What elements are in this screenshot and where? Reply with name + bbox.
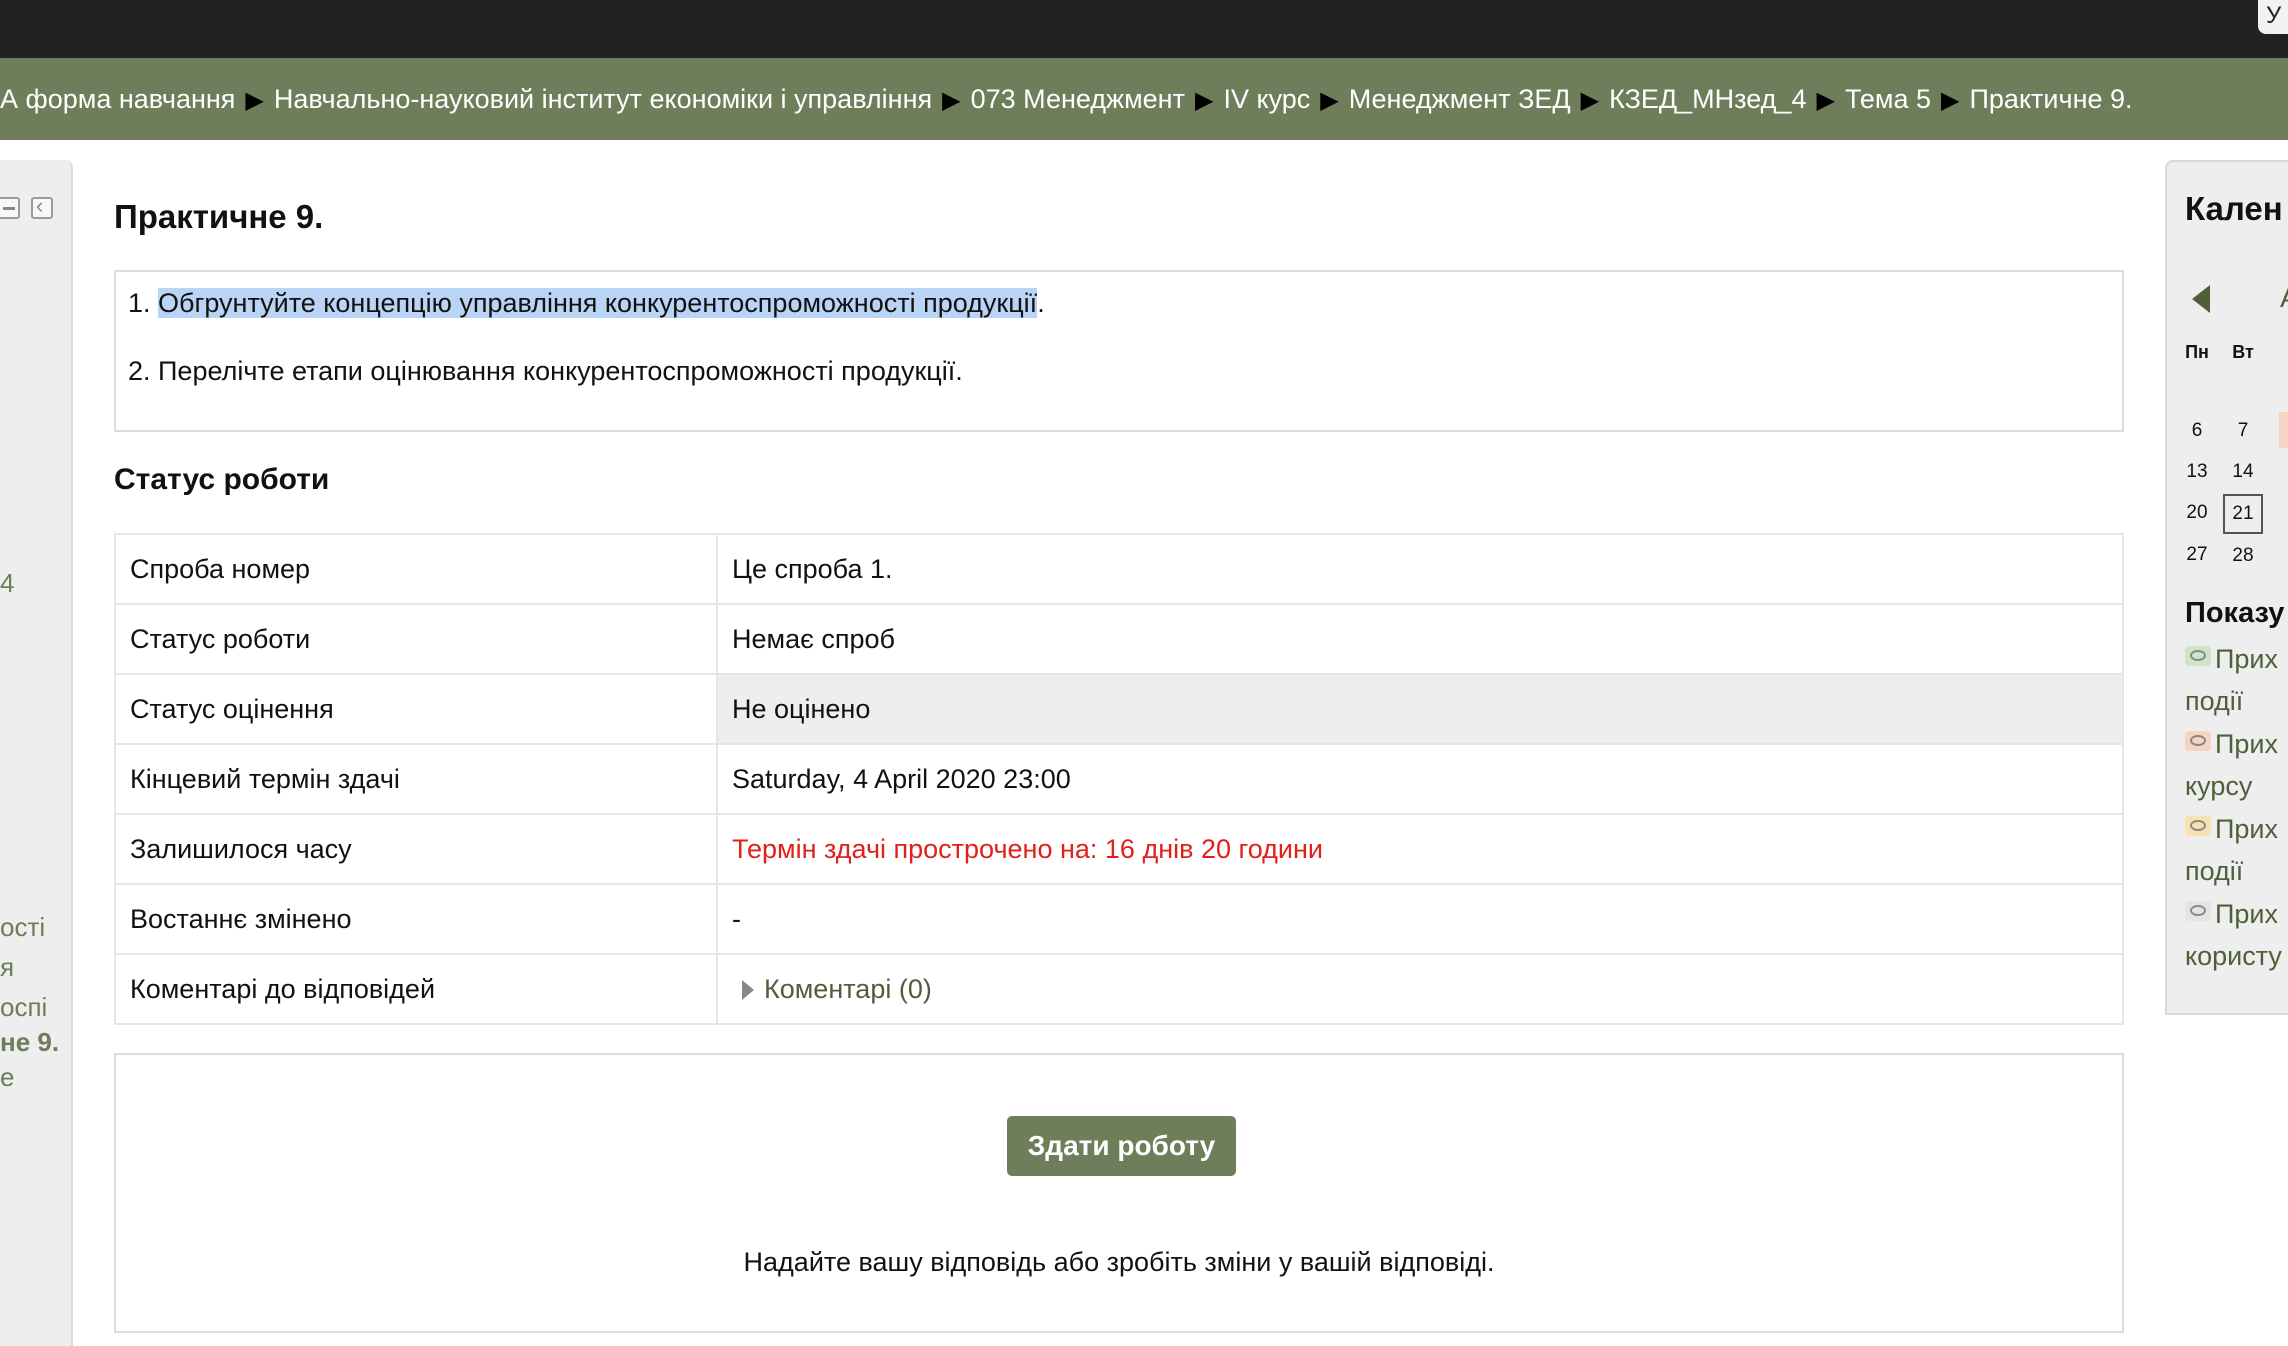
legend-group-events[interactable]: Прих події bbox=[2185, 808, 2278, 892]
row-label: Спроба номер bbox=[114, 533, 718, 605]
task-1-end: . bbox=[1037, 288, 1045, 318]
collapse-block-icon[interactable] bbox=[0, 197, 20, 219]
legend-label[interactable]: Прих bbox=[2215, 644, 2278, 674]
assignment-description: 1. Обгрунтуйте концепцію управління конк… bbox=[114, 270, 2124, 432]
submission-box: Здати роботу Надайте вашу відповідь або … bbox=[114, 1053, 2124, 1333]
breadcrumb-separator-icon: ▶ bbox=[1580, 87, 1600, 114]
row-value: Немає спроб bbox=[716, 603, 2124, 675]
breadcrumb-separator-icon: ▶ bbox=[1194, 87, 1214, 114]
legend-label[interactable]: курсу bbox=[2185, 771, 2252, 801]
legend-course-events[interactable]: Прих курсу bbox=[2185, 723, 2278, 807]
calendar-legend-heading: Показу bbox=[2185, 597, 2285, 629]
breadcrumb-item[interactable]: Навчально-науковий інститут економіки і … bbox=[274, 84, 932, 114]
course-event-day[interactable] bbox=[2279, 412, 2288, 448]
overdue-value: Термін здачі прострочено на: 16 днів 20 … bbox=[716, 813, 2124, 885]
comments-cell: Коментарі (0) bbox=[716, 953, 2124, 1025]
breadcrumb-separator-icon: ▶ bbox=[1941, 87, 1960, 114]
expand-triangle-icon[interactable] bbox=[742, 979, 754, 1000]
nav-fragment[interactable]: ості bbox=[0, 912, 45, 943]
calendar-today: 21 bbox=[2223, 494, 2263, 534]
breadcrumb-item[interactable]: КЗЕД_МНзед_4 bbox=[1609, 84, 1806, 114]
eye-icon[interactable] bbox=[2185, 901, 2211, 921]
breadcrumb-item[interactable]: А форма навчання bbox=[0, 84, 235, 114]
breadcrumb-current: Практичне 9. bbox=[1969, 84, 2133, 114]
row-label: Кінцевий термін здачі bbox=[114, 743, 718, 815]
task-2: 2. Перелічте етапи оцінювання конкуренто… bbox=[128, 356, 963, 386]
row-value: Не оцінено bbox=[716, 673, 2124, 745]
status-heading: Статус роботи bbox=[114, 463, 330, 496]
breadcrumb: А форма навчання ▶ Навчально-науковий інст… bbox=[0, 58, 2288, 140]
breadcrumb-separator-icon: ▶ bbox=[1816, 87, 1835, 114]
table-row: Спроба номер Це спроба 1. bbox=[114, 533, 2124, 605]
breadcrumb-item[interactable]: Менеджмент ЗЕД bbox=[1349, 84, 1571, 114]
row-label: Востаннє змінено bbox=[114, 883, 718, 955]
calendar-day: 13 bbox=[2186, 461, 2208, 482]
page-title: Практичне 9. bbox=[114, 198, 324, 235]
calendar-title: Кален bbox=[2185, 190, 2283, 227]
breadcrumb-separator-icon: ▶ bbox=[1320, 87, 1339, 114]
calendar-day: 28 bbox=[2232, 545, 2254, 566]
comments-link[interactable]: Коментарі (0) bbox=[764, 974, 932, 1004]
weekday-label: Пн bbox=[2185, 342, 2209, 362]
legend-label[interactable]: події bbox=[2185, 686, 2243, 716]
breadcrumb-item[interactable]: IV курс bbox=[1223, 84, 1310, 114]
row-label: Статус оцінення bbox=[114, 673, 718, 745]
row-label: Залишилося часу bbox=[114, 813, 718, 885]
top-bar: У bbox=[0, 0, 2288, 58]
legend-site-events[interactable]: Прих події bbox=[2185, 638, 2278, 722]
table-row: Статус оцінення Не оцінено bbox=[114, 673, 2124, 745]
legend-label[interactable]: події bbox=[2185, 856, 2243, 886]
task-1-selected-text: Обгрунтуйте концепцію управління конкуре… bbox=[158, 288, 1038, 318]
calendar-day: 20 bbox=[2186, 502, 2208, 523]
dock-block-icon[interactable] bbox=[31, 193, 53, 219]
task-1-number: 1. bbox=[128, 288, 159, 318]
eye-icon[interactable] bbox=[2185, 646, 2211, 666]
table-row: Залишилося часу Термін здачі прострочено… bbox=[114, 813, 2124, 885]
task-1: 1. Обгрунтуйте концепцію управління конк… bbox=[128, 288, 1045, 319]
table-row: Коментарі до відповідей Коментарі (0) bbox=[114, 953, 2124, 1025]
breadcrumb-item[interactable]: 073 Менеджмент bbox=[971, 84, 1185, 114]
submission-hint: Надайте вашу відповідь або зробіть зміни… bbox=[743, 1247, 1495, 1277]
legend-label[interactable]: Прих bbox=[2215, 899, 2278, 929]
legend-label[interactable]: користу bbox=[2185, 941, 2282, 971]
submit-work-button[interactable]: Здати роботу bbox=[1007, 1116, 1236, 1176]
calendar-day: 27 bbox=[2186, 544, 2208, 565]
nav-fragment[interactable]: оспі bbox=[0, 992, 47, 1023]
table-row: Востаннє змінено - bbox=[114, 883, 2124, 955]
legend-user-events[interactable]: Прих користу bbox=[2185, 893, 2282, 977]
breadcrumb-item[interactable]: Тема 5 bbox=[1845, 84, 1931, 114]
month-name[interactable]: А bbox=[2280, 282, 2288, 314]
row-value: - bbox=[716, 883, 2124, 955]
calendar-day: 7 bbox=[2237, 420, 2249, 441]
nav-fragment[interactable]: я bbox=[0, 952, 14, 983]
table-row: Статус роботи Немає спроб bbox=[114, 603, 2124, 675]
row-value: Saturday, 4 April 2020 23:00 bbox=[716, 743, 2124, 815]
calendar-day: 14 bbox=[2232, 461, 2254, 482]
legend-label[interactable]: Прих bbox=[2215, 814, 2278, 844]
breadcrumb-separator-icon: ▶ bbox=[942, 87, 961, 114]
calendar-block: Кален А Пн Вт 6 7 13 14 20 21 27 28 Пока… bbox=[2165, 160, 2288, 1015]
row-label: Коментарі до відповідей bbox=[114, 953, 718, 1025]
prev-month-icon[interactable] bbox=[2192, 285, 2210, 313]
table-row: Кінцевий термін здачі Saturday, 4 April … bbox=[114, 743, 2124, 815]
nav-fragment[interactable]: е bbox=[0, 1062, 14, 1093]
navigation-block: 4 ості я оспі не 9. е bbox=[0, 160, 73, 1346]
user-menu-button[interactable]: У bbox=[2258, 0, 2288, 34]
calendar-day: 6 bbox=[2191, 420, 2203, 441]
legend-label[interactable]: Прих bbox=[2215, 729, 2278, 759]
weekday-label: Вт bbox=[2232, 342, 2254, 362]
nav-fragment[interactable]: 4 bbox=[0, 568, 14, 599]
submission-status-table: Спроба номер Це спроба 1. Статус роботи … bbox=[114, 533, 2124, 1025]
eye-icon[interactable] bbox=[2185, 731, 2211, 751]
breadcrumb-items: А форма навчання ▶ Навчально-науковий інст… bbox=[0, 58, 2133, 140]
nav-fragment-current[interactable]: не 9. bbox=[0, 1027, 59, 1058]
eye-icon[interactable] bbox=[2185, 816, 2211, 836]
breadcrumb-separator-icon: ▶ bbox=[245, 87, 264, 114]
row-label: Статус роботи bbox=[114, 603, 718, 675]
row-value: Це спроба 1. bbox=[716, 533, 2124, 605]
